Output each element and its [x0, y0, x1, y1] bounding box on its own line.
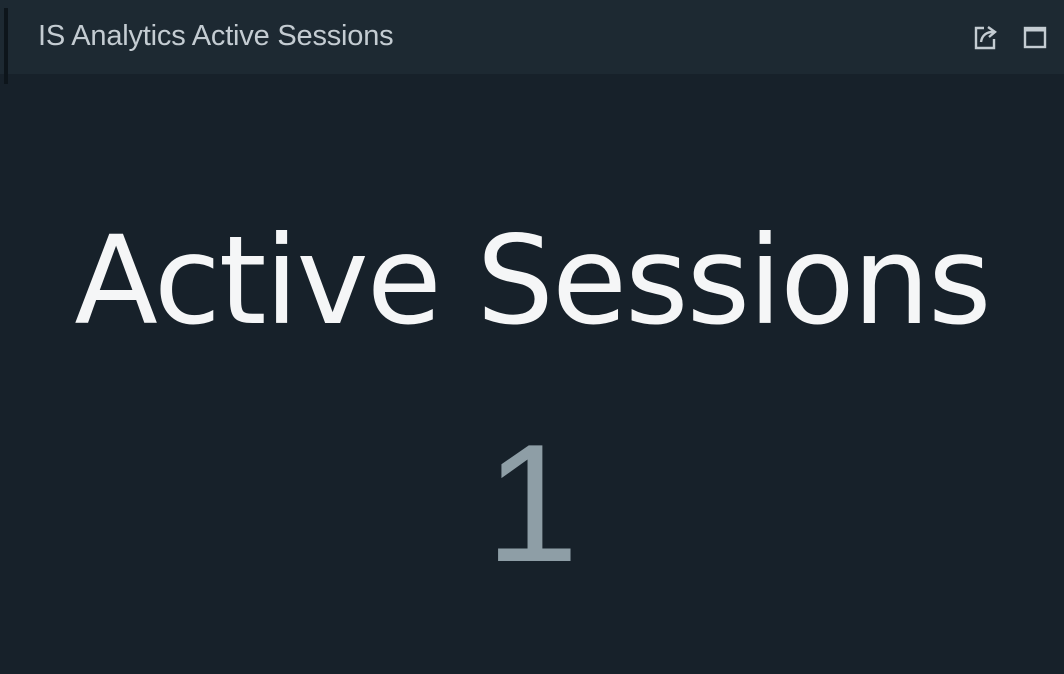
metric-label: Active Sessions: [74, 210, 991, 352]
metric-value: 1: [485, 409, 579, 597]
export-icon: [974, 26, 997, 50]
drag-handle[interactable]: [4, 8, 8, 84]
active-sessions-widget: IS Analytics Active Sessions Active Sess…: [0, 0, 1064, 674]
maximize-button[interactable]: [1018, 20, 1052, 54]
maximize-icon: [1023, 26, 1047, 49]
widget-header: IS Analytics Active Sessions: [0, 0, 1064, 84]
export-button[interactable]: [968, 20, 1002, 54]
widget-title: IS Analytics Active Sessions: [38, 20, 394, 52]
